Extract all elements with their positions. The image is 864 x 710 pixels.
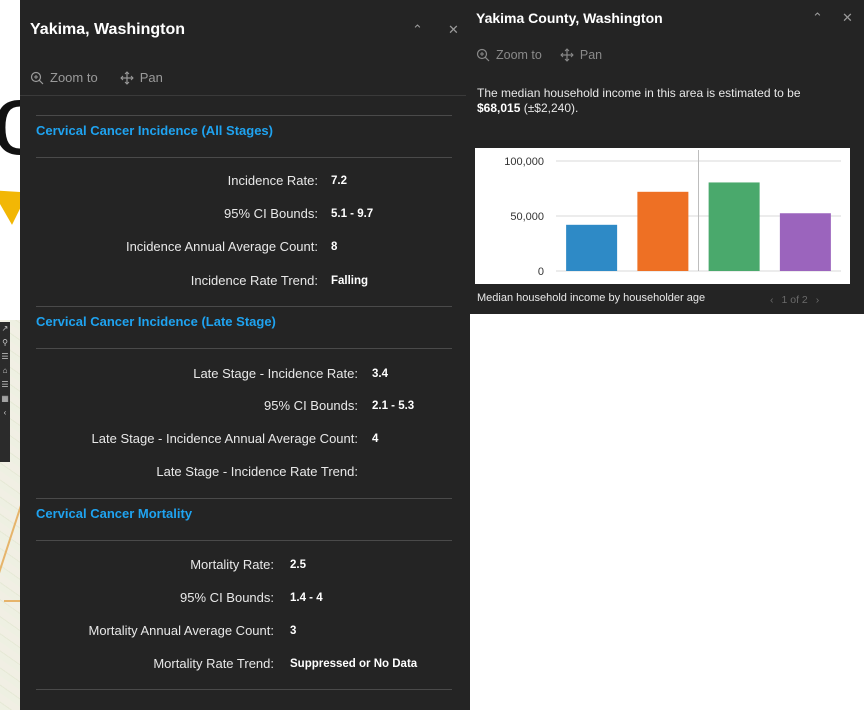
- y-tick-label: 100,000: [504, 156, 544, 168]
- field-row: Mortality Annual Average Count: 3: [36, 623, 452, 643]
- divider: [36, 306, 452, 307]
- pager-text: 1 of 2: [781, 294, 808, 306]
- popup-actions: Zoom to Pan: [466, 36, 864, 74]
- section-title-late-stage: Cervical Cancer Incidence (Late Stage): [36, 314, 276, 329]
- feature-popup-right: Yakima County, Washington ⌃ ✕ Zoom to Pa…: [466, 0, 864, 314]
- field-value: 1.4 - 4: [290, 592, 323, 604]
- popup-title: Yakima County, Washington: [476, 10, 663, 26]
- field-row: 95% CI Bounds: 1.4 - 4: [36, 590, 452, 610]
- chevron-right-icon[interactable]: ›: [816, 294, 820, 306]
- field-value: 5.1 - 9.7: [331, 208, 374, 220]
- field-label: 95% CI Bounds:: [180, 590, 274, 605]
- pan-label: Pan: [139, 70, 163, 85]
- pan-icon: [560, 48, 574, 62]
- divider: [36, 689, 452, 690]
- field-value: 7.2: [331, 175, 347, 187]
- field-value: 3: [290, 625, 297, 637]
- map-toolbar[interactable]: ↗ ⚲ ☰ ⌂ ☰ ▦ ‹: [0, 322, 10, 462]
- pan-button[interactable]: Pan: [119, 70, 163, 85]
- zoom-in-icon: [30, 71, 44, 84]
- field-label: 95% CI Bounds:: [224, 206, 318, 221]
- field-label: Mortality Annual Average Count:: [88, 623, 275, 638]
- income-text-after: (±$2,240).: [520, 101, 579, 115]
- field-label: Late Stage - Incidence Rate Trend:: [156, 464, 358, 479]
- field-value: Falling: [331, 275, 369, 287]
- layers-icon[interactable]: ☰: [0, 378, 10, 392]
- expand-icon[interactable]: ↗: [0, 322, 10, 336]
- close-icon[interactable]: ✕: [448, 22, 459, 38]
- pan-button[interactable]: Pan: [560, 48, 602, 62]
- income-chart: 0 50,000 100,000: [475, 148, 850, 284]
- list-icon[interactable]: ☰: [0, 350, 10, 364]
- collapse-icon[interactable]: ⌃: [812, 10, 823, 26]
- divider: [36, 115, 452, 116]
- basemap-icon[interactable]: ▦: [0, 392, 10, 406]
- field-value: Suppressed or No Data: [290, 658, 418, 670]
- feature-popup-left: Yakima, Washington ⌃ ✕ Zoom to Pan Cervi…: [20, 0, 470, 710]
- field-label: Mortality Rate:: [190, 557, 274, 572]
- popup-header: Yakima, Washington ⌃ ✕: [20, 0, 470, 60]
- divider: [36, 498, 452, 499]
- divider: [36, 540, 452, 541]
- field-label: Late Stage - Incidence Rate:: [193, 366, 358, 381]
- chart-bar[interactable]: [779, 213, 831, 271]
- field-row: 95% CI Bounds: 5.1 - 9.7: [36, 206, 452, 226]
- y-tick-label: 50,000: [510, 211, 544, 223]
- field-row: Late Stage - Incidence Rate: 3.4: [36, 366, 452, 386]
- home-icon[interactable]: ⌂: [0, 364, 10, 378]
- field-row: Incidence Annual Average Count: 8: [36, 239, 452, 259]
- income-text-before: The median household income in this area…: [477, 86, 801, 100]
- income-value: $68,015: [477, 101, 521, 115]
- income-description: The median household income in this area…: [477, 86, 817, 116]
- pan-label: Pan: [579, 48, 603, 62]
- section-title-all-stages: Cervical Cancer Incidence (All Stages): [36, 123, 273, 138]
- field-row: Late Stage - Incidence Rate Trend:: [36, 464, 452, 484]
- field-row: Incidence Rate Trend: Falling: [36, 273, 452, 293]
- y-tick-label: 0: [538, 266, 544, 278]
- collapse-icon[interactable]: ‹: [0, 406, 10, 420]
- field-value: 2.1 - 5.3: [372, 400, 415, 412]
- chart-caption: Median household income by householder a…: [477, 292, 706, 304]
- section-title-mortality: Cervical Cancer Mortality: [36, 506, 193, 521]
- chart-bar[interactable]: [708, 182, 760, 271]
- field-row: Incidence Rate: 7.2: [36, 173, 452, 193]
- zoom-to-label: Zoom to: [50, 70, 98, 85]
- zoom-to-button[interactable]: Zoom to: [476, 48, 542, 62]
- chevron-left-icon[interactable]: ‹: [770, 294, 774, 306]
- zoom-to-label: Zoom to: [496, 48, 542, 62]
- field-row: 95% CI Bounds: 2.1 - 5.3: [36, 398, 452, 418]
- close-icon[interactable]: ✕: [842, 10, 853, 26]
- field-label: Incidence Rate Trend:: [190, 273, 318, 288]
- zoom-to-button[interactable]: Zoom to: [30, 70, 98, 85]
- field-label: 95% CI Bounds:: [264, 398, 358, 413]
- divider: [36, 157, 452, 158]
- field-label: Incidence Rate:: [227, 173, 318, 188]
- field-value: 2.5: [290, 559, 306, 571]
- divider: [36, 348, 452, 349]
- field-row: Late Stage - Incidence Annual Average Co…: [36, 431, 452, 451]
- search-icon[interactable]: ⚲: [0, 336, 10, 350]
- chart-bar[interactable]: [637, 191, 689, 271]
- field-row: Mortality Rate Trend: Suppressed or No D…: [36, 656, 452, 676]
- collapse-icon[interactable]: ⌃: [412, 22, 423, 38]
- field-value: 4: [372, 433, 379, 445]
- field-label: Incidence Annual Average Count:: [125, 239, 318, 254]
- pan-icon: [119, 70, 134, 85]
- field-row: Mortality Rate: 2.5: [36, 557, 452, 577]
- chart-bar[interactable]: [566, 224, 618, 271]
- field-label: Mortality Rate Trend:: [153, 656, 274, 671]
- media-pager: ‹ 1 of 2 ›: [770, 294, 819, 306]
- popup-actions: Zoom to Pan: [20, 60, 470, 96]
- field-value: 3.4: [372, 368, 388, 380]
- zoom-in-icon: [476, 48, 490, 62]
- bar-chart-svg: 0 50,000 100,000: [504, 150, 841, 278]
- field-label: Late Stage - Incidence Annual Average Co…: [91, 431, 358, 446]
- field-value: 8: [331, 241, 338, 253]
- popup-title: Yakima, Washington: [30, 21, 185, 38]
- popup-header: Yakima County, Washington ⌃ ✕: [466, 0, 864, 36]
